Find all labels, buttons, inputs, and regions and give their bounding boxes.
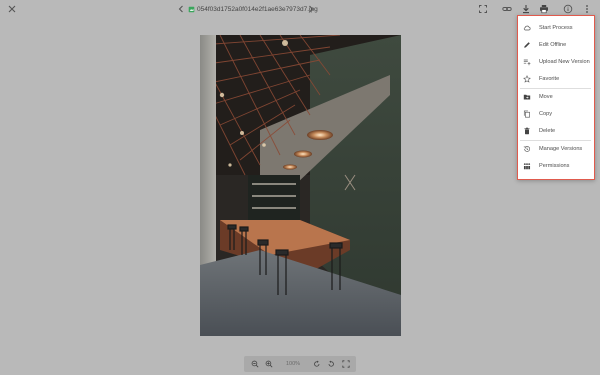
menu-item-label: Delete: [539, 128, 556, 134]
close-icon[interactable]: [5, 2, 19, 16]
menu-item-label: Edit Offline: [539, 42, 567, 48]
menu-item-edit-offline[interactable]: Edit Offline: [518, 38, 593, 52]
menu-item-label: Start Process: [539, 25, 573, 31]
more-vertical-icon[interactable]: [580, 2, 594, 16]
file-title: 054f03d1752a0f014e2f1ae63e7973d7.jpg: [188, 3, 318, 15]
fullscreen-icon[interactable]: [476, 2, 490, 16]
trash-icon: [523, 127, 531, 135]
viewer-toolbar: 054f03d1752a0f014e2f1ae63e7973d7.jpg: [0, 0, 600, 18]
chevron-left-icon[interactable]: [174, 2, 188, 16]
zoom-out-icon[interactable]: [250, 359, 260, 369]
upload-version-icon: [523, 58, 531, 66]
link-icon[interactable]: [500, 2, 514, 16]
cloud-icon: [523, 24, 531, 32]
history-icon: [523, 145, 531, 153]
menu-item-manage-versions[interactable]: Manage Versions: [518, 142, 593, 156]
permissions-icon: [523, 162, 531, 170]
pencil-icon: [523, 41, 531, 49]
info-icon[interactable]: [561, 2, 575, 16]
zoom-in-icon[interactable]: [264, 359, 274, 369]
star-icon: [523, 75, 531, 83]
menu-item-label: Manage Versions: [539, 146, 583, 152]
menu-item-permissions[interactable]: Permissions: [518, 159, 593, 173]
folder-move-icon: [523, 93, 531, 101]
menu-item-label: Move: [539, 94, 553, 100]
preview-image: [200, 35, 401, 336]
file-name: 054f03d1752a0f014e2f1ae63e7973d7.jpg: [197, 5, 318, 13]
chevron-right-icon[interactable]: [304, 2, 318, 16]
rotate-right-icon[interactable]: [326, 359, 336, 369]
image-file-icon: [188, 6, 195, 13]
menu-item-label: Copy: [539, 111, 553, 117]
menu-item-favorite[interactable]: Favorite: [518, 72, 593, 86]
menu-item-label: Favorite: [539, 76, 560, 82]
menu-item-label: Upload New Version: [539, 59, 590, 65]
zoom-level: 100%: [285, 361, 301, 367]
menu-divider: [520, 140, 591, 141]
menu-item-upload-new-version[interactable]: Upload New Version: [518, 55, 593, 69]
menu-item-move[interactable]: Move: [518, 90, 593, 104]
more-actions-menu: Start Process Edit Offline Upload New Ve…: [517, 15, 595, 180]
menu-item-delete[interactable]: Delete: [518, 124, 593, 138]
menu-divider: [520, 88, 591, 89]
menu-item-copy[interactable]: Copy: [518, 107, 593, 121]
menu-item-start-process[interactable]: Start Process: [518, 21, 593, 35]
copy-icon: [523, 110, 531, 118]
menu-item-label: Permissions: [539, 163, 570, 169]
fit-screen-icon[interactable]: [341, 359, 351, 369]
download-icon[interactable]: [519, 2, 533, 16]
print-icon[interactable]: [537, 2, 551, 16]
rotate-left-icon[interactable]: [312, 359, 322, 369]
